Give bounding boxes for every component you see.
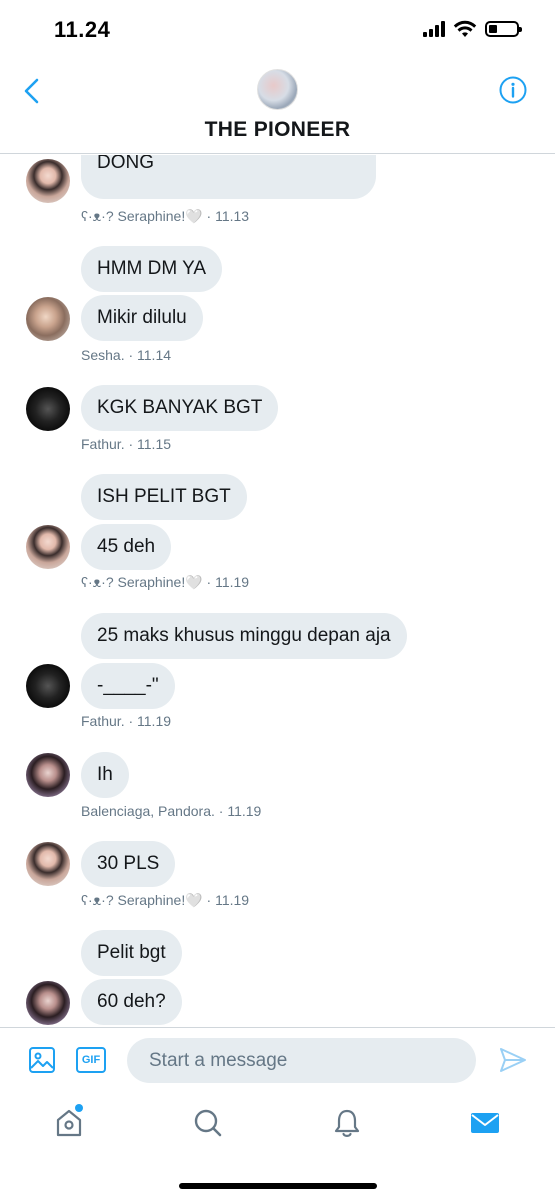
message-input[interactable] xyxy=(127,1038,476,1083)
message-composer: GIF xyxy=(0,1027,555,1093)
notifications-icon[interactable] xyxy=(331,1107,363,1139)
tab-bar xyxy=(0,1093,555,1163)
status-icons xyxy=(423,20,522,38)
gif-icon[interactable]: GIF xyxy=(76,1047,106,1073)
avatar[interactable] xyxy=(26,387,70,431)
message-bubble[interactable]: Pelit bgt xyxy=(81,930,182,976)
message-bubble[interactable]: GUE MAU NGASIH 50 CPLAY DONG xyxy=(81,155,376,199)
message-meta: Sesha. · 11.14 xyxy=(81,347,172,363)
message-bubble[interactable]: -____-" xyxy=(81,663,175,709)
home-indicator[interactable] xyxy=(179,1183,377,1189)
avatar[interactable] xyxy=(26,664,70,708)
message-bubble[interactable]: 60 deh? xyxy=(81,979,182,1025)
battery-icon xyxy=(485,21,522,37)
message-meta: Fathur. · 11.15 xyxy=(81,436,172,452)
message-bubble[interactable]: ISH PELIT BGT xyxy=(81,474,247,520)
image-icon[interactable] xyxy=(28,1046,56,1074)
message-bubble[interactable]: 30 PLS xyxy=(81,841,176,887)
info-icon[interactable] xyxy=(499,76,527,104)
message-list[interactable]: GUE MAU NGASIH 50 CPLAY DONG ʕ·ᴥ·? Serap… xyxy=(0,155,555,1027)
message-bubble[interactable]: 45 deh xyxy=(81,524,172,570)
avatar[interactable] xyxy=(26,842,70,886)
avatar[interactable] xyxy=(26,159,70,203)
avatar[interactable] xyxy=(26,525,70,569)
avatar[interactable] xyxy=(26,297,70,341)
message-bubble[interactable]: HMM DM YA xyxy=(81,246,223,292)
back-icon[interactable] xyxy=(20,76,44,106)
message-bubble[interactable]: Mikir dilulu xyxy=(81,295,203,341)
group-avatar[interactable] xyxy=(257,69,298,110)
messages-icon[interactable] xyxy=(469,1107,501,1139)
cellular-signal-icon xyxy=(423,21,445,37)
home-notification-dot xyxy=(75,1104,83,1112)
message-bubble[interactable]: KGK BANYAK BGT xyxy=(81,385,279,431)
message-meta: Fathur. · 11.19 xyxy=(81,713,172,729)
send-icon[interactable] xyxy=(498,1046,528,1074)
conversation-title[interactable]: THE PIONEER xyxy=(0,118,555,142)
conversation-header: THE PIONEER xyxy=(0,60,555,154)
wifi-icon xyxy=(453,20,477,37)
avatar[interactable] xyxy=(26,753,70,797)
message-meta: ʕ·ᴥ·? Seraphine!🤍 · 11.19 xyxy=(81,574,250,590)
status-bar: 11.24 xyxy=(0,0,555,60)
search-icon[interactable] xyxy=(192,1107,224,1139)
avatar[interactable] xyxy=(26,981,70,1025)
message-meta: Balenciaga, Pandora. · 11.19 xyxy=(81,803,262,819)
message-bubble[interactable]: 25 maks khusus minggu depan aja xyxy=(81,613,407,659)
message-meta: ʕ·ᴥ·? Seraphine!🤍 · 11.13 xyxy=(81,208,250,224)
status-time: 11.24 xyxy=(54,17,111,42)
message-bubble[interactable]: Ih xyxy=(81,752,129,798)
message-meta: ʕ·ᴥ·? Seraphine!🤍 · 11.19 xyxy=(81,892,250,908)
